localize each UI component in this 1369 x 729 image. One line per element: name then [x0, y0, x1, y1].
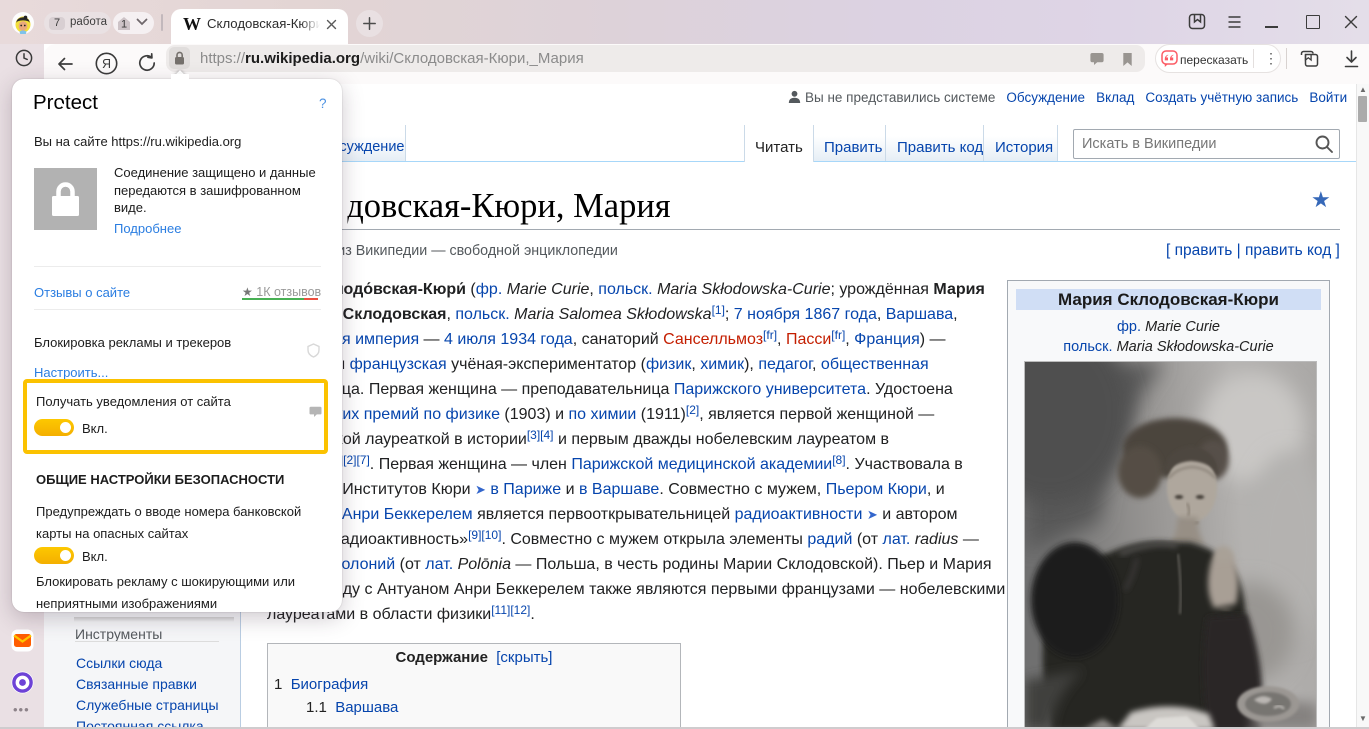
- svg-text:Я: Я: [102, 57, 111, 71]
- svg-text:1: 1: [121, 19, 127, 31]
